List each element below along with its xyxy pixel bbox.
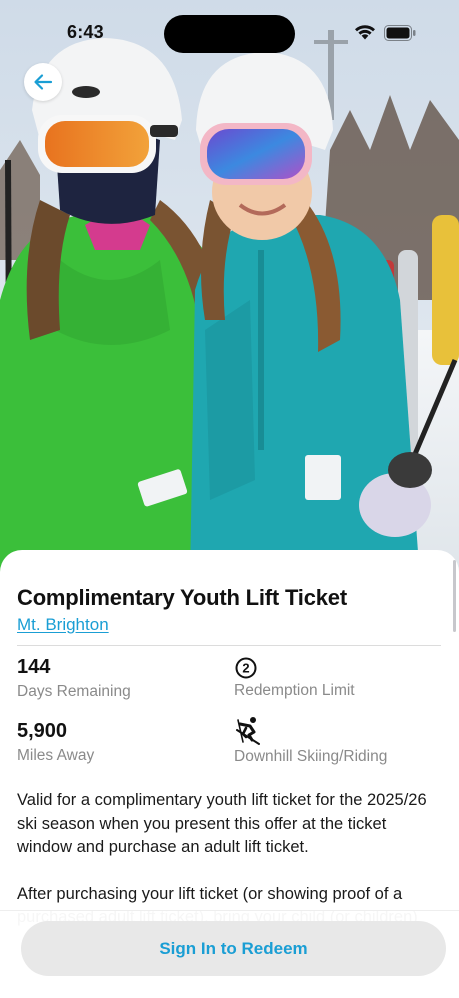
offer-description: Valid for a complimentary youth lift tic… [17, 789, 427, 930]
status-time: 6:43 [67, 22, 104, 42]
offer-title: Complimentary Youth Lift Ticket [17, 585, 347, 610]
redemption-limit-label: Redemption Limit [234, 682, 355, 699]
redemption-count-icon: 2 [235, 657, 257, 679]
days-remaining-value: 144 [17, 656, 51, 678]
description-paragraph: Valid for a complimentary youth lift tic… [17, 791, 427, 856]
bottom-action-bar: Sign In to Redeem [0, 910, 459, 998]
battery-icon [384, 25, 416, 41]
back-button[interactable] [24, 63, 62, 101]
status-bar: 6:43 [0, 0, 459, 64]
divider [17, 645, 441, 646]
dynamic-island [164, 15, 295, 53]
miles-away-value: 5,900 [17, 720, 68, 742]
days-remaining-label: Days Remaining [17, 683, 131, 700]
sign-in-to-redeem-button[interactable]: Sign In to Redeem [21, 921, 446, 976]
scroll-indicator[interactable] [453, 560, 456, 632]
activity-type-label: Downhill Skiing/Riding [234, 748, 388, 765]
skier-icon [236, 717, 260, 745]
resort-link[interactable]: Mt. Brighton [17, 615, 109, 635]
miles-away-label: Miles Away [17, 747, 95, 764]
wifi-icon [355, 25, 375, 40]
svg-text:2: 2 [242, 661, 249, 676]
hero-photo [0, 0, 459, 580]
arrow-left-icon [34, 74, 53, 90]
